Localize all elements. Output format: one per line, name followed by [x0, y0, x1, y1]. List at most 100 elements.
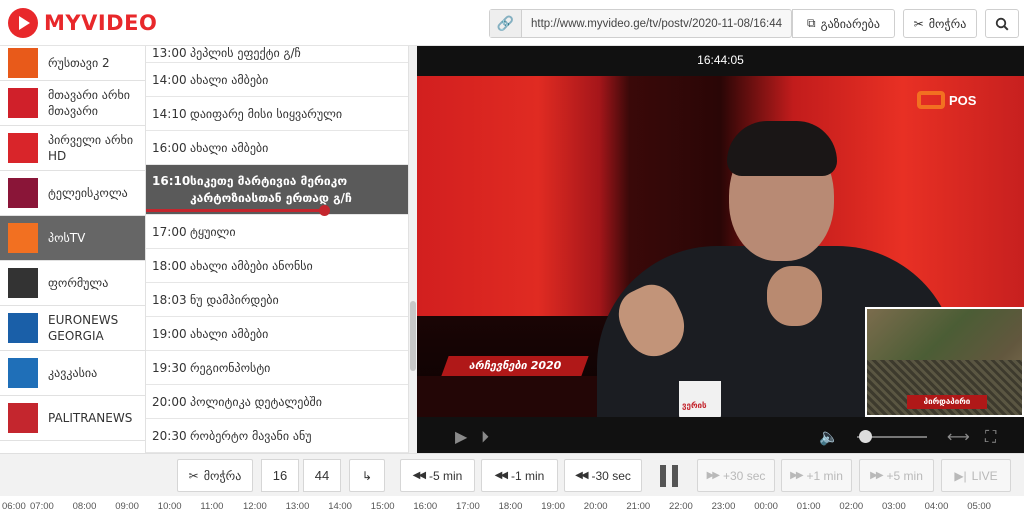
- hour-input[interactable]: 16: [261, 459, 299, 492]
- channel-name: EURONEWS GEORGIA: [48, 313, 119, 343]
- jump-to-time-button[interactable]: ↳: [349, 459, 385, 492]
- program-title: სიკეთე მარტივია მერიკო კარტოზიასთან ერთა…: [190, 174, 352, 205]
- rewind-30-sec-button[interactable]: ◀◀ -30 sec: [564, 459, 642, 492]
- program-progress-knob[interactable]: [319, 205, 331, 216]
- cut-clip-label: მოჭრა: [203, 468, 242, 483]
- timeline-tick[interactable]: 10:00: [158, 501, 182, 512]
- program-title: ნუ დამპირდები: [190, 292, 279, 307]
- program-item[interactable]: 18:03 ნუ დამპირდები: [146, 283, 408, 317]
- channel-item[interactable]: PALITRANEWS: [0, 396, 145, 441]
- channel-item[interactable]: EURONEWS GEORGIA: [0, 306, 145, 351]
- volume-knob[interactable]: [859, 430, 872, 443]
- channel-name: რუსთავი 2: [48, 56, 110, 70]
- program-item[interactable]: 20:00 პოლიტიკა დეტალებში: [146, 385, 408, 419]
- channel-item[interactable]: რუსთავი 2: [0, 46, 145, 81]
- timeline-tick[interactable]: 22:00: [669, 501, 693, 512]
- rewind-1-min-label: -1 min: [511, 468, 545, 483]
- timeline-tick[interactable]: 03:00: [882, 501, 906, 512]
- timeline-tick[interactable]: 02:00: [839, 501, 863, 512]
- program-time: 16:00: [152, 140, 187, 155]
- forward-5-min-button[interactable]: ▶▶ +5 min: [859, 459, 934, 492]
- search-icon: [995, 17, 1009, 31]
- search-button[interactable]: [985, 9, 1019, 38]
- channel-item[interactable]: კავკასია: [0, 351, 145, 396]
- channel-logo-icon: [8, 358, 38, 388]
- timeline-tick[interactable]: 15:00: [371, 501, 395, 512]
- timeline-tick[interactable]: 00:00: [754, 501, 778, 512]
- timeline-tick[interactable]: 21:00: [626, 501, 650, 512]
- link-icon[interactable]: 🔗: [490, 10, 522, 37]
- rewind-30-sec-label: -30 sec: [591, 468, 631, 483]
- timeline-tick[interactable]: 18:00: [499, 501, 523, 512]
- pause-button[interactable]: [650, 460, 688, 491]
- cut-clip-button[interactable]: ✂ მოჭრა: [177, 459, 253, 492]
- timeline-tick[interactable]: 01:00: [797, 501, 821, 512]
- program-title: ახალი ამბები: [190, 72, 269, 87]
- rewind-5-min-button[interactable]: ◀◀ -5 min: [400, 459, 475, 492]
- share-url-field[interactable]: http://www.myvideo.ge/tv/postv/2020-11-0…: [522, 18, 790, 30]
- timeline-tick[interactable]: 16:00: [413, 501, 437, 512]
- airplay-icon[interactable]: ⏵: [481, 427, 489, 447]
- channel-item[interactable]: მთავარი არხი მთავარი: [0, 81, 145, 126]
- logo-text: MYVIDEO: [44, 11, 158, 35]
- volume-icon[interactable]: 🔈: [819, 427, 839, 446]
- share-button[interactable]: ⧉ გაზიარება: [792, 9, 895, 38]
- timeline-tick[interactable]: 13:00: [286, 501, 310, 512]
- timeline-tick[interactable]: 12:00: [243, 501, 267, 512]
- program-item[interactable]: 14:10 დაიფარე მისი სიყვარული: [146, 97, 408, 131]
- rewind-1-min-button[interactable]: ◀◀ -1 min: [481, 459, 558, 492]
- cut-button[interactable]: ✂ მოჭრა: [903, 9, 977, 38]
- channel-name: მთავარი არხი მთავარი: [48, 88, 130, 118]
- forward-30-sec-button[interactable]: ▶▶ +30 sec: [697, 459, 775, 492]
- channel-item[interactable]: ტელეისკოლა: [0, 171, 145, 216]
- timeline-tick[interactable]: 09:00: [115, 501, 139, 512]
- day-timeline[interactable]: 06:00 07:00 08:00 09:00 10:00 11:00 12:00 13:00…: [0, 496, 1024, 520]
- program-progress-bar[interactable]: [146, 205, 408, 216]
- program-item[interactable]: 13:00 პეპლის ეფექტი გ/ჩ: [146, 46, 408, 63]
- myvideo-logo[interactable]: MYVIDEO: [8, 8, 157, 38]
- program-item[interactable]: 16:00 ახალი ამბები: [146, 131, 408, 165]
- program-time: 17:00: [152, 224, 187, 239]
- scrollbar-thumb[interactable]: [410, 301, 416, 371]
- timeline-tick[interactable]: 06:00: [2, 501, 26, 512]
- program-time: 20:00: [152, 394, 187, 409]
- timeline-tick[interactable]: 14:00: [328, 501, 352, 512]
- program-item[interactable]: 17:00 ტყუილი: [146, 215, 408, 249]
- channel-item[interactable]: ფორმულა: [0, 261, 145, 306]
- timeline-tick[interactable]: 08:00: [73, 501, 97, 512]
- fullscreen-icon[interactable]: ⛶: [985, 427, 996, 447]
- program-item[interactable]: 16:10 სიკეთე მარტივია მერიკო კარტოზიასთან…: [146, 165, 408, 216]
- program-time: 19:30: [152, 360, 187, 375]
- channel-name: ფორმულა: [48, 276, 109, 290]
- timeline-tick[interactable]: 17:00: [456, 501, 480, 512]
- program-item[interactable]: 19:30 რეგიონპოსტი: [146, 351, 408, 385]
- program-list: 13:00 პეპლის ეფექტი გ/ჩ 14:00 ახალი ამბები 1…: [146, 46, 409, 453]
- expand-arrows-icon[interactable]: ⟷: [947, 427, 970, 446]
- program-item[interactable]: 18:00 ახალი ამბები ანონსი: [146, 249, 408, 283]
- live-button[interactable]: ▶| LIVE: [941, 459, 1011, 492]
- program-time: 18:03: [152, 292, 187, 307]
- timeline-tick[interactable]: 23:00: [712, 501, 736, 512]
- play-icon[interactable]: ▶: [455, 427, 467, 446]
- program-item[interactable]: 20:30 რობერტო მავანი ანუ: [146, 419, 408, 453]
- pause-icon: [660, 464, 666, 487]
- timeline-tick[interactable]: 04:00: [925, 501, 949, 512]
- video-player[interactable]: 16:44:05 ვერის არჩევნები 2020 POS პირდაპ…: [417, 46, 1024, 453]
- timeline-tick[interactable]: 20:00: [584, 501, 608, 512]
- timeline-tick[interactable]: 05:00: [967, 501, 991, 512]
- forward-5-min-label: +5 min: [886, 468, 923, 483]
- timeline-tick[interactable]: 07:00: [30, 501, 54, 512]
- program-time: 14:10: [152, 106, 187, 121]
- channel-item[interactable]: პოსTV: [0, 216, 145, 261]
- timeline-tick[interactable]: 11:00: [200, 501, 223, 512]
- channel-item[interactable]: პირველი არხი HD: [0, 126, 145, 171]
- program-item[interactable]: 19:00 ახალი ამბები: [146, 317, 408, 351]
- minute-input[interactable]: 44: [303, 459, 341, 492]
- channel-name: ტელეისკოლა: [48, 186, 128, 200]
- forward-1-min-button[interactable]: ▶▶ +1 min: [781, 459, 852, 492]
- video-frame[interactable]: ვერის არჩევნები 2020 POS პირდაპირი: [417, 76, 1024, 417]
- program-item[interactable]: 14:00 ახალი ამბები: [146, 63, 408, 97]
- timeline-tick[interactable]: 19:00: [541, 501, 565, 512]
- program-title: ახალი ამბები: [190, 326, 269, 341]
- program-list-scrollbar[interactable]: [409, 46, 417, 453]
